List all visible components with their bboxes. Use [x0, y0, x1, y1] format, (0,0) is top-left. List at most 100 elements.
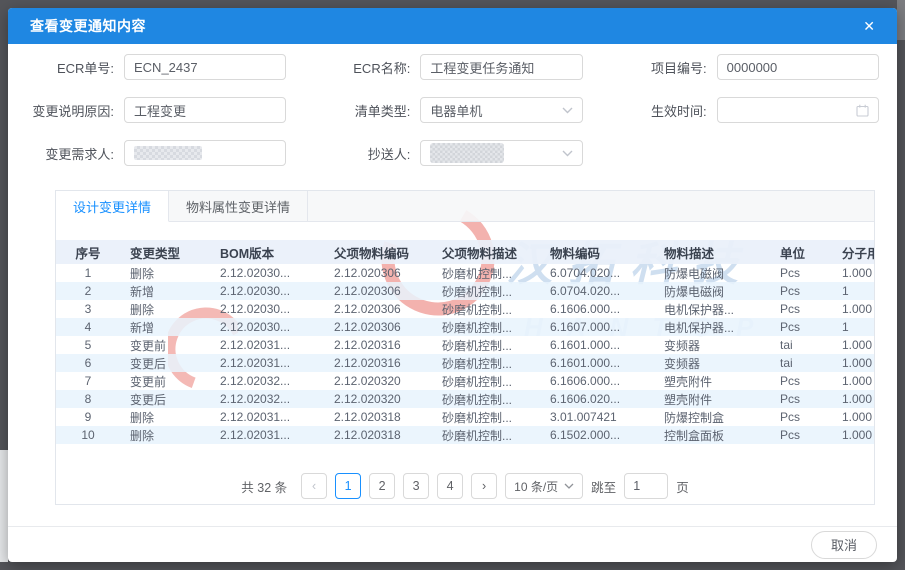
change-table: 序号变更类型BOM版本父项物料编码父项物料描述物料编码物料描述单位分子用量分母用… — [56, 240, 874, 444]
table-cell: 6.0704.020... — [540, 264, 654, 282]
ecr-name-input[interactable]: 工程变更任务通知 — [420, 54, 582, 80]
table-cell: 变更前 — [120, 336, 210, 354]
table-cell: 8 — [56, 390, 120, 408]
table-cell: 6.1607.000... — [540, 318, 654, 336]
page-scrollbar-thumb[interactable] — [897, 0, 905, 40]
table-cell: 3.01.007421 — [540, 408, 654, 426]
field-cc-to: 抄送人: — [304, 139, 600, 167]
table-cell: tai — [770, 354, 832, 372]
table-row[interactable]: 3删除2.12.02030...2.12.020306砂磨机控制...6.160… — [56, 300, 874, 318]
change-requester-label: 变更需求人: — [8, 144, 124, 163]
tab-material-attr-change-detail[interactable]: 物料属性变更详情 — [169, 191, 308, 221]
jump-suffix: 页 — [676, 477, 689, 496]
table-cell: 删除 — [120, 264, 210, 282]
table-row[interactable]: 4新增2.12.02030...2.12.020306砂磨机控制...6.160… — [56, 318, 874, 336]
cc-to-label: 抄送人: — [304, 144, 420, 163]
table-cell: 2.12.02031... — [210, 336, 324, 354]
calendar-icon — [856, 104, 869, 117]
project-no-input[interactable]: 0000000 — [717, 54, 879, 80]
table-row[interactable]: 5变更前2.12.02031...2.12.020316砂磨机控制...6.16… — [56, 336, 874, 354]
table-cell: 6.1601.000... — [540, 354, 654, 372]
table-cell: 2.12.020306 — [324, 264, 432, 282]
table-cell: 2.12.020306 — [324, 318, 432, 336]
table-cell: 6.1606.000... — [540, 372, 654, 390]
table-cell: 2.12.020318 — [324, 408, 432, 426]
table-cell: 2.12.02032... — [210, 372, 324, 390]
dialog-body: 汉拓科技 HANTOP ECR单号: ECN_2437 ECR名称: 工程变更任… — [8, 44, 897, 526]
prev-page-button[interactable]: ‹ — [301, 473, 327, 499]
table-cell: 砂磨机控制... — [432, 336, 540, 354]
page-button-2[interactable]: 2 — [369, 473, 395, 499]
table-cell: 2.12.020306 — [324, 300, 432, 318]
dialog-footer: 取消 — [8, 526, 897, 562]
table-cell: 塑壳附件 — [654, 372, 770, 390]
table-cell: 删除 — [120, 300, 210, 318]
next-page-button[interactable]: › — [471, 473, 497, 499]
jump-page-input[interactable]: 1 — [624, 473, 668, 499]
ecr-form: ECR单号: ECN_2437 ECR名称: 工程变更任务通知 项目编号: 00… — [8, 44, 897, 167]
table-row[interactable]: 7变更前2.12.02032...2.12.020320砂磨机控制...6.16… — [56, 372, 874, 390]
table-row[interactable]: 6变更后2.12.02031...2.12.020316砂磨机控制...6.16… — [56, 354, 874, 372]
table-cell: 10 — [56, 426, 120, 444]
list-type-select[interactable]: 电器单机 — [420, 97, 582, 123]
column-header: 物料描述 — [654, 240, 770, 264]
page-button-3[interactable]: 3 — [403, 473, 429, 499]
table-cell: 6.1502.000... — [540, 426, 654, 444]
column-header: 变更类型 — [120, 240, 210, 264]
column-header: 序号 — [56, 240, 120, 264]
effective-time-label: 生效时间: — [601, 101, 717, 120]
table-cell: 9 — [56, 408, 120, 426]
effective-time-input[interactable] — [717, 97, 879, 123]
table-cell: 变频器 — [654, 336, 770, 354]
dimmed-page-area — [0, 450, 8, 562]
table-cell: 变更后 — [120, 390, 210, 408]
table-cell: Pcs — [770, 282, 832, 300]
change-reason-input[interactable]: 工程变更 — [124, 97, 286, 123]
change-reason-label: 变更说明原因: — [8, 101, 124, 120]
table-row[interactable]: 9删除2.12.02031...2.12.020318砂磨机控制...3.01.… — [56, 408, 874, 426]
page-button-4[interactable]: 4 — [437, 473, 463, 499]
table-cell: 2 — [56, 282, 120, 300]
table-cell: 防爆电磁阀 — [654, 264, 770, 282]
change-requester-input[interactable] — [124, 140, 286, 166]
table-cell: 2.12.020306 — [324, 282, 432, 300]
view-change-notice-dialog: 查看变更通知内容 ✕ 汉拓科技 HANTOP ECR单号: ECN_2437 E… — [8, 8, 897, 562]
table-row[interactable]: 8变更后2.12.02032...2.12.020320砂磨机控制...6.16… — [56, 390, 874, 408]
ecr-no-input[interactable]: ECN_2437 — [124, 54, 286, 80]
table-cell: 防爆电磁阀 — [654, 282, 770, 300]
total-count: 共 32 条 — [241, 477, 287, 496]
dialog-header: 查看变更通知内容 ✕ — [8, 8, 897, 44]
field-change-reason: 变更说明原因: 工程变更 — [8, 96, 304, 124]
table-cell: 1 — [832, 282, 874, 300]
table-cell: 6.1606.000... — [540, 300, 654, 318]
field-effective-time: 生效时间: — [601, 96, 897, 124]
table-cell: Pcs — [770, 426, 832, 444]
table-cell: 2.12.020320 — [324, 372, 432, 390]
table-cell: 1.000 — [832, 408, 874, 426]
tab-design-change-detail[interactable]: 设计变更详情 — [56, 191, 169, 222]
table-cell: 1.000 — [832, 264, 874, 282]
page-size-select[interactable]: 10 条/页 — [505, 473, 583, 499]
cc-to-select[interactable] — [420, 140, 582, 166]
table-row[interactable]: 2新增2.12.02030...2.12.020306砂磨机控制...6.070… — [56, 282, 874, 300]
table-cell: 2.12.02031... — [210, 408, 324, 426]
field-ecr-no: ECR单号: ECN_2437 — [8, 53, 304, 81]
table-cell: 变更前 — [120, 372, 210, 390]
table-header-row: 序号变更类型BOM版本父项物料编码父项物料描述物料编码物料描述单位分子用量分母用… — [56, 240, 874, 264]
table-cell: 6.1601.000... — [540, 336, 654, 354]
column-header: 物料编码 — [540, 240, 654, 264]
close-icon[interactable]: ✕ — [863, 19, 875, 33]
table-cell: 新增 — [120, 318, 210, 336]
cancel-button[interactable]: 取消 — [811, 531, 877, 559]
table-cell: 砂磨机控制... — [432, 426, 540, 444]
page-button-1[interactable]: 1 — [335, 473, 361, 499]
table-cell: 1 — [56, 264, 120, 282]
ecr-no-label: ECR单号: — [8, 58, 124, 77]
table-cell: 电机保护器... — [654, 318, 770, 336]
table-cell: 砂磨机控制... — [432, 408, 540, 426]
dialog-title: 查看变更通知内容 — [30, 16, 146, 36]
table-row[interactable]: 10删除2.12.02031...2.12.020318砂磨机控制...6.15… — [56, 426, 874, 444]
table-cell: 新增 — [120, 282, 210, 300]
table-cell: 2.12.020318 — [324, 426, 432, 444]
table-row[interactable]: 1删除2.12.02030...2.12.020306砂磨机控制...6.070… — [56, 264, 874, 282]
